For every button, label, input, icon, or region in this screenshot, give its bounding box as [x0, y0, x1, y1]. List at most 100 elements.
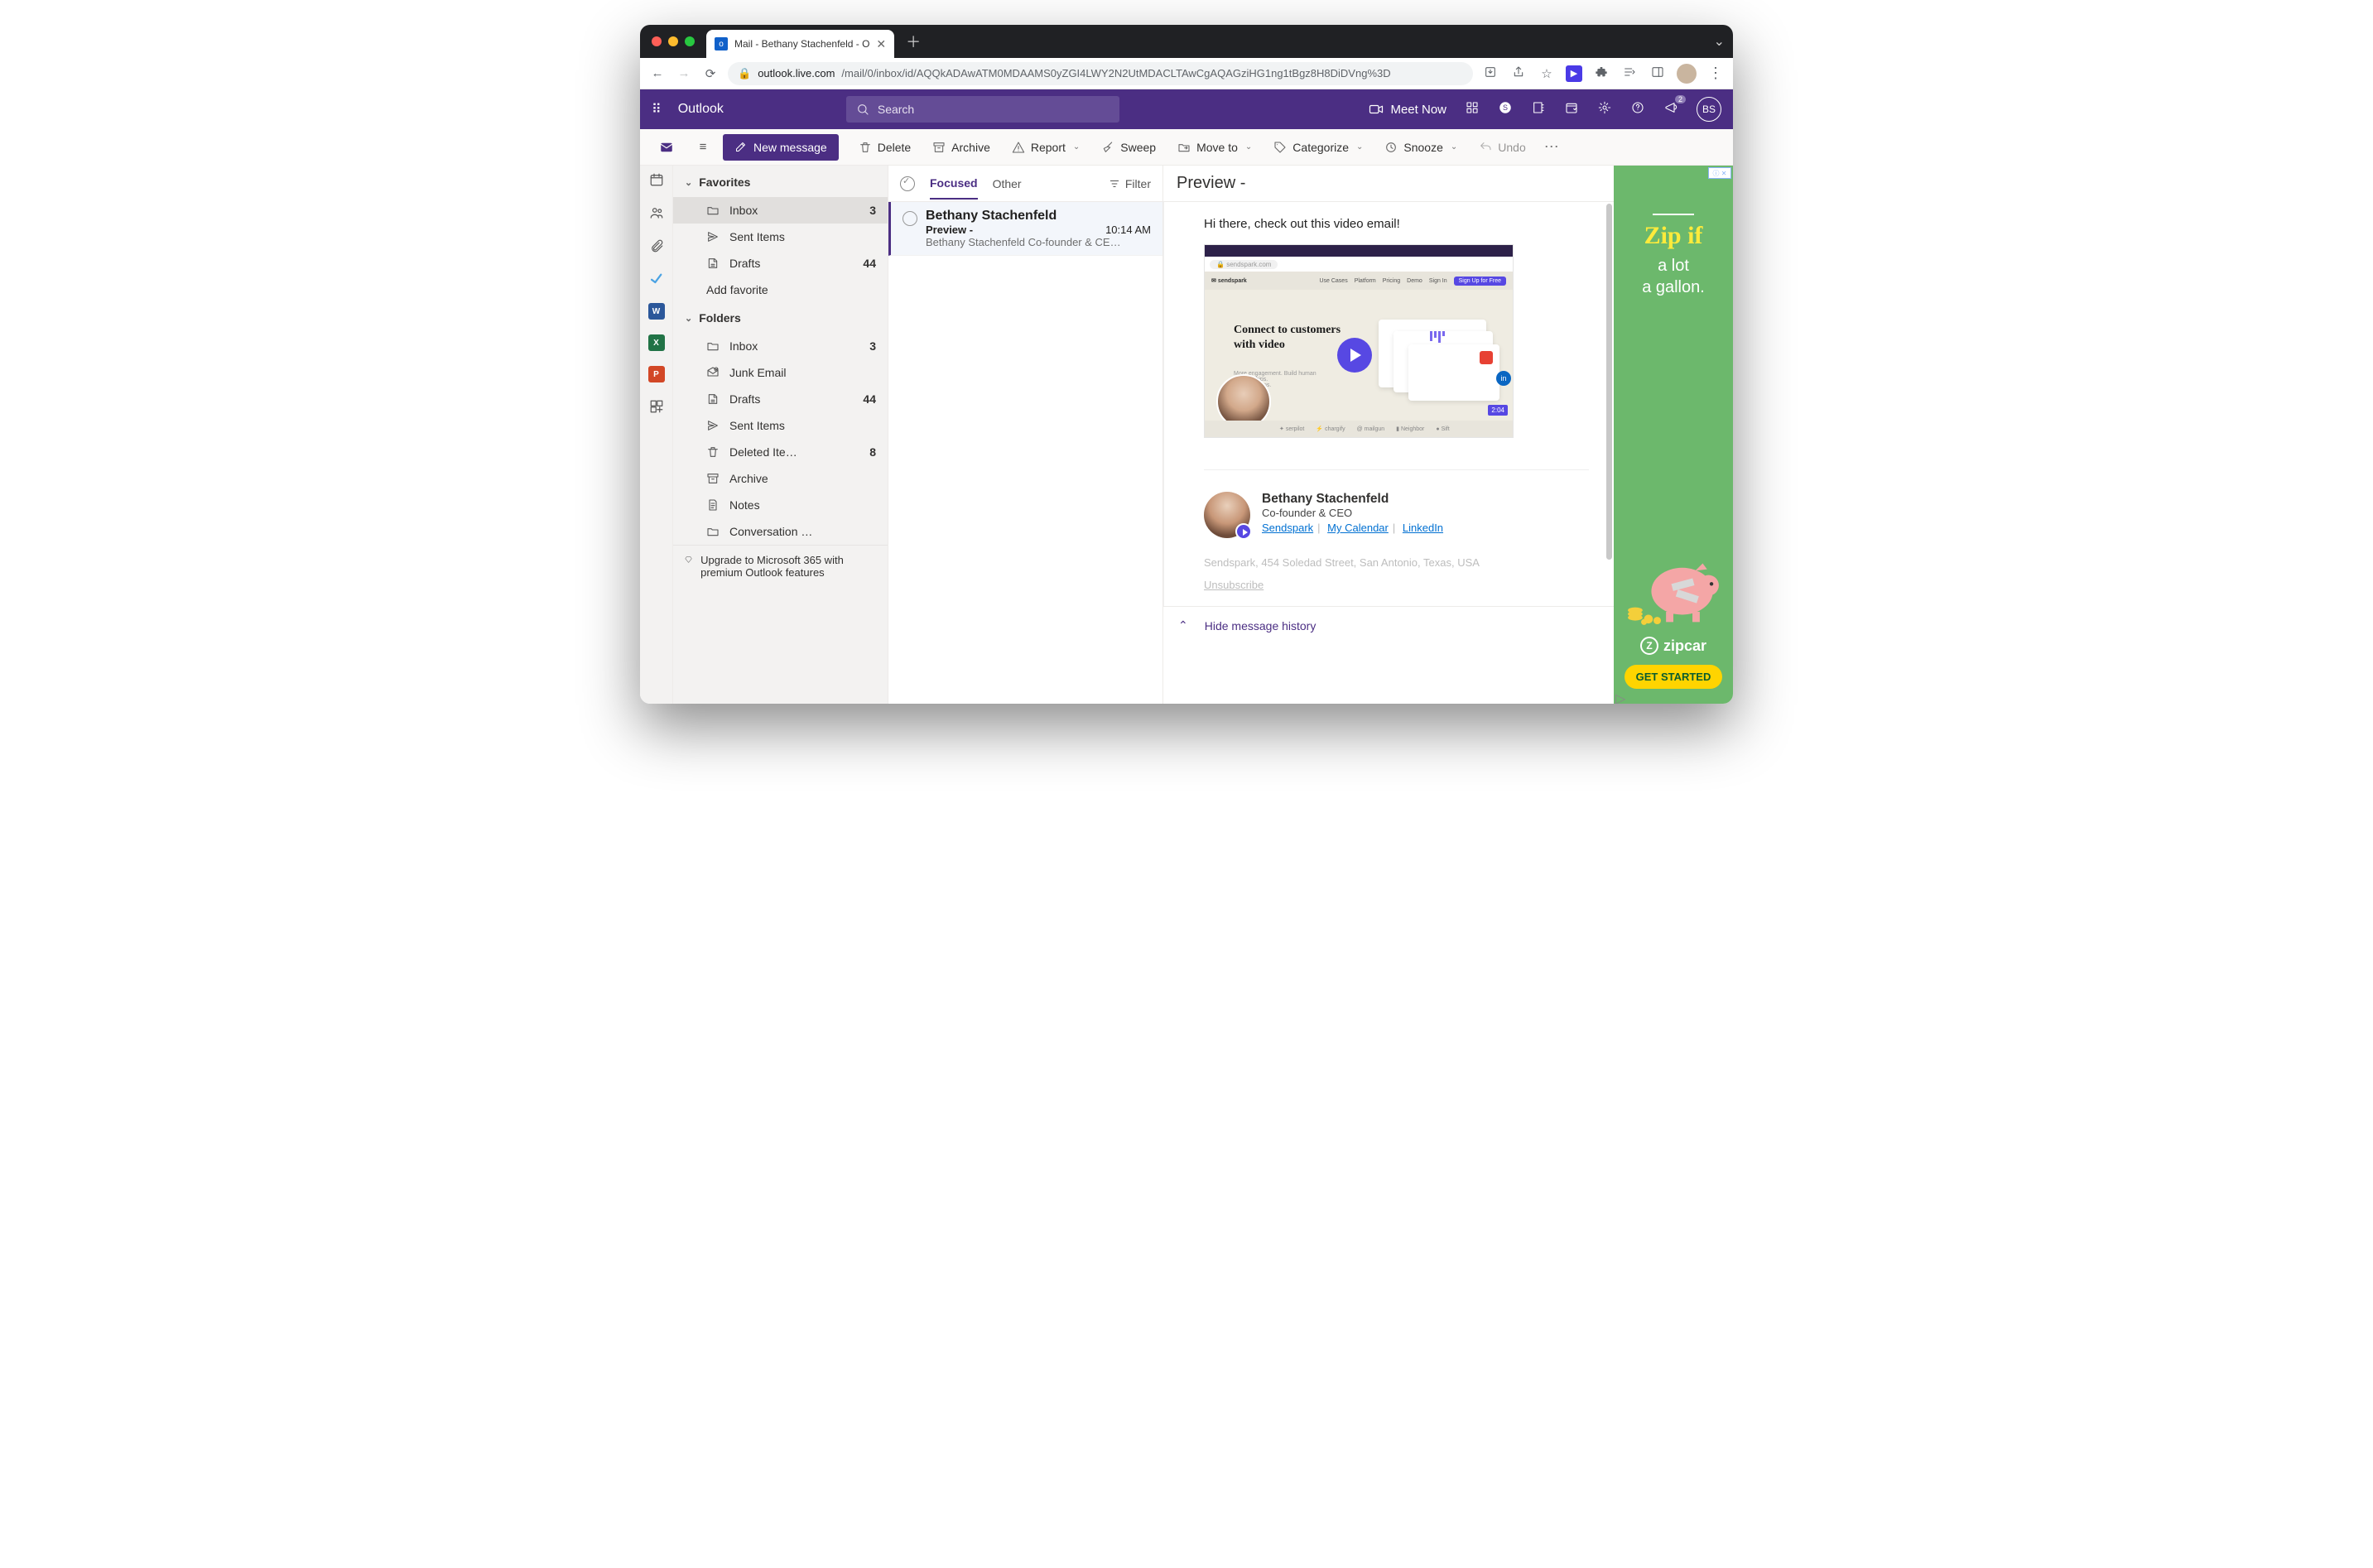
reload-button[interactable]: ⟳ — [701, 66, 720, 81]
side-panel-icon[interactable] — [1649, 65, 1667, 82]
move-to-dropdown[interactable]: Move to⌄ — [1169, 134, 1260, 161]
bookmark-star-icon[interactable]: ☆ — [1538, 66, 1556, 81]
whats-new-icon[interactable]: 2 — [1663, 101, 1678, 118]
mail-module-icon[interactable] — [650, 140, 683, 155]
ad-cta-button[interactable]: GET STARTED — [1625, 665, 1723, 689]
settings-gear-icon[interactable] — [1597, 101, 1612, 118]
install-app-icon[interactable] — [1481, 65, 1499, 82]
sendspark-extension-icon[interactable]: ▶ — [1566, 65, 1582, 82]
signature-link-sendspark[interactable]: Sendspark — [1262, 522, 1313, 534]
help-icon[interactable] — [1630, 101, 1645, 118]
footer-address: Sendspark, 454 Soledad Street, San Anton… — [1204, 556, 1589, 569]
signature-link-linkedin[interactable]: LinkedIn — [1403, 522, 1443, 534]
folders-header[interactable]: ⌄Folders — [673, 303, 888, 333]
address-bar[interactable]: 🔒 outlook.live.com /mail/0/inbox/id/AQQk… — [728, 62, 1473, 85]
favorites-header[interactable]: ⌄Favorites — [673, 167, 888, 197]
play-badge-icon — [1235, 523, 1252, 540]
nav-folder-inbox[interactable]: Inbox3 — [673, 333, 888, 359]
close-tab-icon[interactable]: ✕ — [876, 37, 886, 51]
add-favorite-link[interactable]: Add favorite — [673, 277, 888, 303]
teams-icon[interactable] — [1465, 101, 1480, 118]
select-checkbox[interactable] — [903, 211, 917, 226]
chrome-menu-icon[interactable]: ⋮ — [1706, 65, 1725, 82]
adchoices-icon[interactable]: ▷ — [1615, 690, 1627, 702]
onenote-feed-icon[interactable] — [1531, 101, 1546, 118]
categorize-dropdown[interactable]: Categorize⌄ — [1265, 134, 1371, 161]
video-thumbnail-card[interactable]: 🔒 sendspark.com ✉ sendspark Use Cases Pl… — [1204, 244, 1514, 438]
message-subject: Preview - — [926, 224, 973, 236]
unsubscribe-link[interactable]: Unsubscribe — [1204, 579, 1589, 591]
nav-folder-sent-items[interactable]: Sent Items — [673, 412, 888, 439]
archive-icon — [932, 141, 946, 154]
files-module-icon[interactable] — [647, 237, 666, 255]
report-dropdown[interactable]: Report⌄ — [1004, 134, 1088, 161]
powerpoint-app-icon[interactable]: P — [648, 366, 665, 382]
upgrade-banner[interactable]: Upgrade to Microsoft 365 with premium Ou… — [673, 545, 888, 587]
word-app-icon[interactable]: W — [648, 303, 665, 320]
new-message-button[interactable]: New message — [723, 134, 839, 161]
nav-folder-notes[interactable]: Notes — [673, 492, 888, 518]
share-icon[interactable] — [1509, 65, 1528, 82]
browser-tab[interactable]: o Mail - Bethany Stachenfeld - O ✕ — [706, 30, 894, 58]
todo-module-icon[interactable] — [647, 270, 666, 288]
forward-button[interactable]: → — [675, 66, 693, 80]
signature-title: Co-founder & CEO — [1262, 507, 1443, 519]
nav-folder-conversation-[interactable]: Conversation … — [673, 518, 888, 545]
nav-favorite-sent-items[interactable]: Sent Items — [673, 224, 888, 250]
nav-folder-drafts[interactable]: Drafts44 — [673, 386, 888, 412]
folder-icon — [706, 257, 720, 270]
tab-overflow-icon[interactable]: ⌄ — [1714, 33, 1725, 50]
hamburger-icon[interactable]: ≡ — [688, 140, 718, 154]
folder-icon — [706, 230, 720, 243]
calendar-module-icon[interactable] — [647, 171, 666, 189]
back-button[interactable]: ← — [648, 66, 667, 80]
window-controls — [652, 36, 695, 46]
select-all-checkbox[interactable] — [900, 176, 915, 191]
nav-favorite-inbox[interactable]: Inbox3 — [673, 197, 888, 224]
signature-name: Bethany Stachenfeld — [1262, 492, 1443, 507]
nav-folder-archive[interactable]: Archive — [673, 465, 888, 492]
maximize-window-button[interactable] — [685, 36, 695, 46]
scrollbar-thumb[interactable] — [1606, 204, 1612, 560]
search-placeholder: Search — [878, 103, 914, 116]
message-item[interactable]: Bethany Stachenfeld Preview -10:14 AM Be… — [888, 202, 1162, 256]
my-day-icon[interactable] — [1564, 101, 1579, 118]
sweep-button[interactable]: Sweep — [1093, 134, 1164, 161]
search-box[interactable]: Search — [846, 96, 1119, 123]
meet-now-button[interactable]: Meet Now — [1369, 102, 1446, 117]
nav-favorite-drafts[interactable]: Drafts44 — [673, 250, 888, 277]
more-commands-icon[interactable]: ⋯ — [1544, 138, 1561, 156]
more-apps-icon[interactable] — [647, 397, 666, 416]
reading-list-icon[interactable] — [1620, 65, 1639, 82]
signature-link-calendar[interactable]: My Calendar — [1327, 522, 1389, 534]
tab-other[interactable]: Other — [993, 169, 1022, 199]
close-window-button[interactable] — [652, 36, 662, 46]
reading-pane: Preview - Hi there, check out this video… — [1163, 166, 1614, 704]
archive-dropdown[interactable]: Archive — [924, 134, 999, 161]
undo-button[interactable]: Undo — [1470, 134, 1533, 161]
nav-folder-deleted-ite-[interactable]: Deleted Ite…8 — [673, 439, 888, 465]
tab-focused[interactable]: Focused — [930, 168, 978, 200]
delete-button[interactable]: Delete — [850, 134, 919, 161]
snooze-dropdown[interactable]: Snooze⌄ — [1376, 134, 1466, 161]
hide-history-button[interactable]: ⌃ Hide message history — [1163, 606, 1614, 644]
skype-icon[interactable]: S — [1498, 100, 1513, 118]
nav-folder-junk-email[interactable]: Junk Email — [673, 359, 888, 386]
account-avatar[interactable]: BS — [1697, 97, 1721, 122]
minimize-window-button[interactable] — [668, 36, 678, 46]
ad-panel: ⓘ ✕ Zip if a lota gallon. — [1614, 166, 1733, 704]
new-tab-button[interactable]: ＋ — [906, 31, 921, 52]
message-subject: Preview - — [1163, 166, 1614, 202]
search-icon — [856, 103, 869, 116]
piggy-bank-icon — [1622, 547, 1725, 632]
people-module-icon[interactable] — [647, 204, 666, 222]
left-rail: W X P — [640, 166, 673, 704]
extensions-icon[interactable] — [1592, 65, 1610, 82]
ad-close-icon[interactable]: ⓘ ✕ — [1708, 167, 1731, 179]
excel-app-icon[interactable]: X — [648, 334, 665, 351]
filter-icon — [1109, 178, 1120, 190]
filter-button[interactable]: Filter — [1109, 177, 1151, 190]
app-launcher-icon[interactable]: ⠿ — [652, 101, 663, 118]
profile-avatar[interactable] — [1677, 64, 1697, 84]
undo-icon — [1479, 141, 1492, 154]
